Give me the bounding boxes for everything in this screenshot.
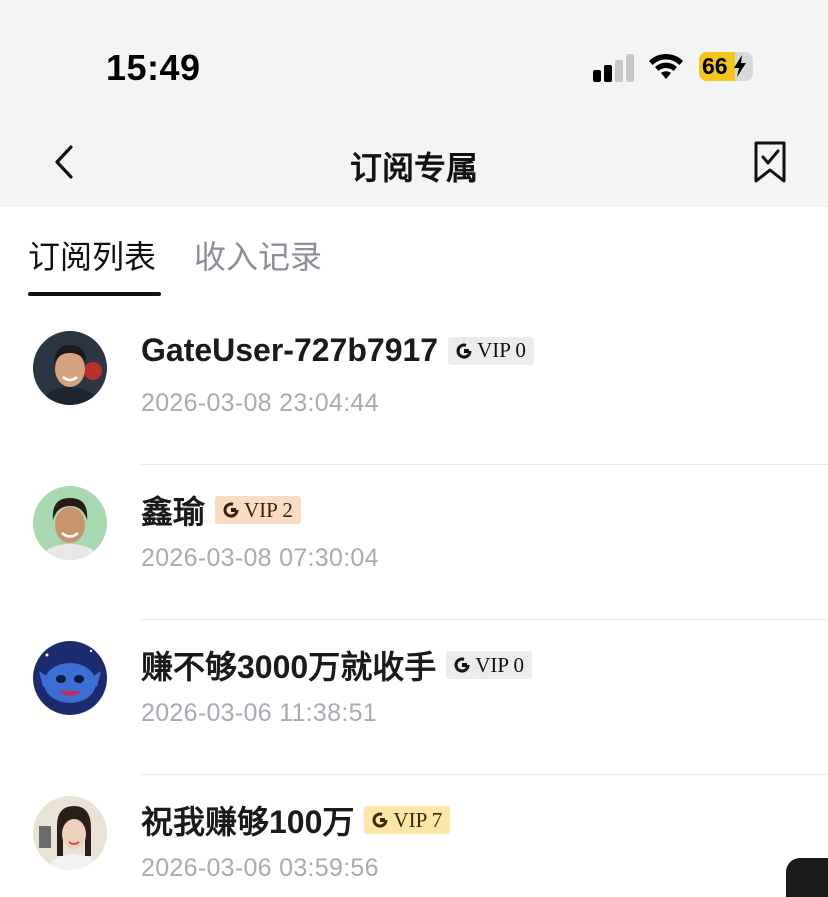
vip-badge: VIP 2: [215, 496, 301, 524]
tab-income-records[interactable]: 收入记录: [194, 232, 322, 278]
subscription-date: 2026-03-08 07:30:04: [141, 544, 379, 572]
vip-logo-icon: [456, 343, 472, 359]
active-tab-indicator: [28, 292, 161, 296]
subscription-date: 2026-03-06 11:38:51: [141, 699, 377, 727]
list-item[interactable]: 赚不够3000万就收手 VIP 0 2026-03-06 11:38:51: [0, 620, 828, 775]
vip-level: VIP 0: [477, 338, 526, 362]
vip-badge: VIP 7: [364, 806, 451, 834]
subscriber-name-line: GateUser-727b7917 VIP 0: [141, 332, 534, 369]
subscriber-name-line: 鑫瑜 VIP 2: [141, 487, 301, 533]
avatar: [33, 331, 107, 405]
subscription-date: 2026-03-08 23:04:44: [141, 389, 379, 417]
vip-logo-icon: [372, 812, 388, 828]
subscriber-name: 鑫瑜: [141, 494, 206, 530]
subscriber-name: 赚不够3000万就收手: [141, 649, 437, 685]
vip-badge: VIP 0: [446, 651, 533, 679]
battery-level: 66: [702, 53, 728, 79]
avatar: [33, 641, 107, 715]
wifi-icon: [649, 53, 683, 79]
list-item[interactable]: GateUser-727b7917 VIP 0 2026-03-08 23:04…: [0, 310, 828, 465]
vip-level: VIP 0: [475, 652, 525, 677]
status-time: 15:49: [106, 47, 201, 88]
avatar: [33, 486, 107, 560]
avatar: [33, 796, 107, 870]
tab-subscription-list[interactable]: 订阅列表: [28, 232, 156, 278]
bookmark-button[interactable]: [748, 138, 792, 186]
vip-level: VIP 2: [244, 497, 293, 522]
page-title: 订阅专属: [349, 150, 478, 186]
vip-logo-icon: [223, 502, 239, 518]
subscriber-name: 祝我赚够100万: [141, 804, 355, 840]
signal-icon: [593, 54, 635, 82]
subscriber-name-line: 赚不够3000万就收手 VIP 0: [141, 642, 533, 688]
subscriber-name: GateUser-727b7917: [141, 332, 439, 368]
vip-level: VIP 7: [393, 807, 443, 832]
floating-action-button[interactable]: [786, 858, 828, 897]
battery-indicator: 66: [699, 52, 753, 81]
subscription-date: 2026-03-06 03:59:56: [141, 854, 379, 882]
list-item[interactable]: 祝我赚够100万 VIP 7 2026-03-06 03:59:56: [0, 775, 828, 897]
list-item[interactable]: 鑫瑜 VIP 2 2026-03-08 07:30:04: [0, 465, 828, 620]
vip-logo-icon: [454, 657, 470, 673]
bookmark-icon: [754, 141, 786, 183]
subscriber-name-line: 祝我赚够100万 VIP 7: [141, 797, 451, 843]
vip-badge: VIP 0: [448, 336, 534, 365]
charging-bolt-icon: [734, 55, 746, 77]
